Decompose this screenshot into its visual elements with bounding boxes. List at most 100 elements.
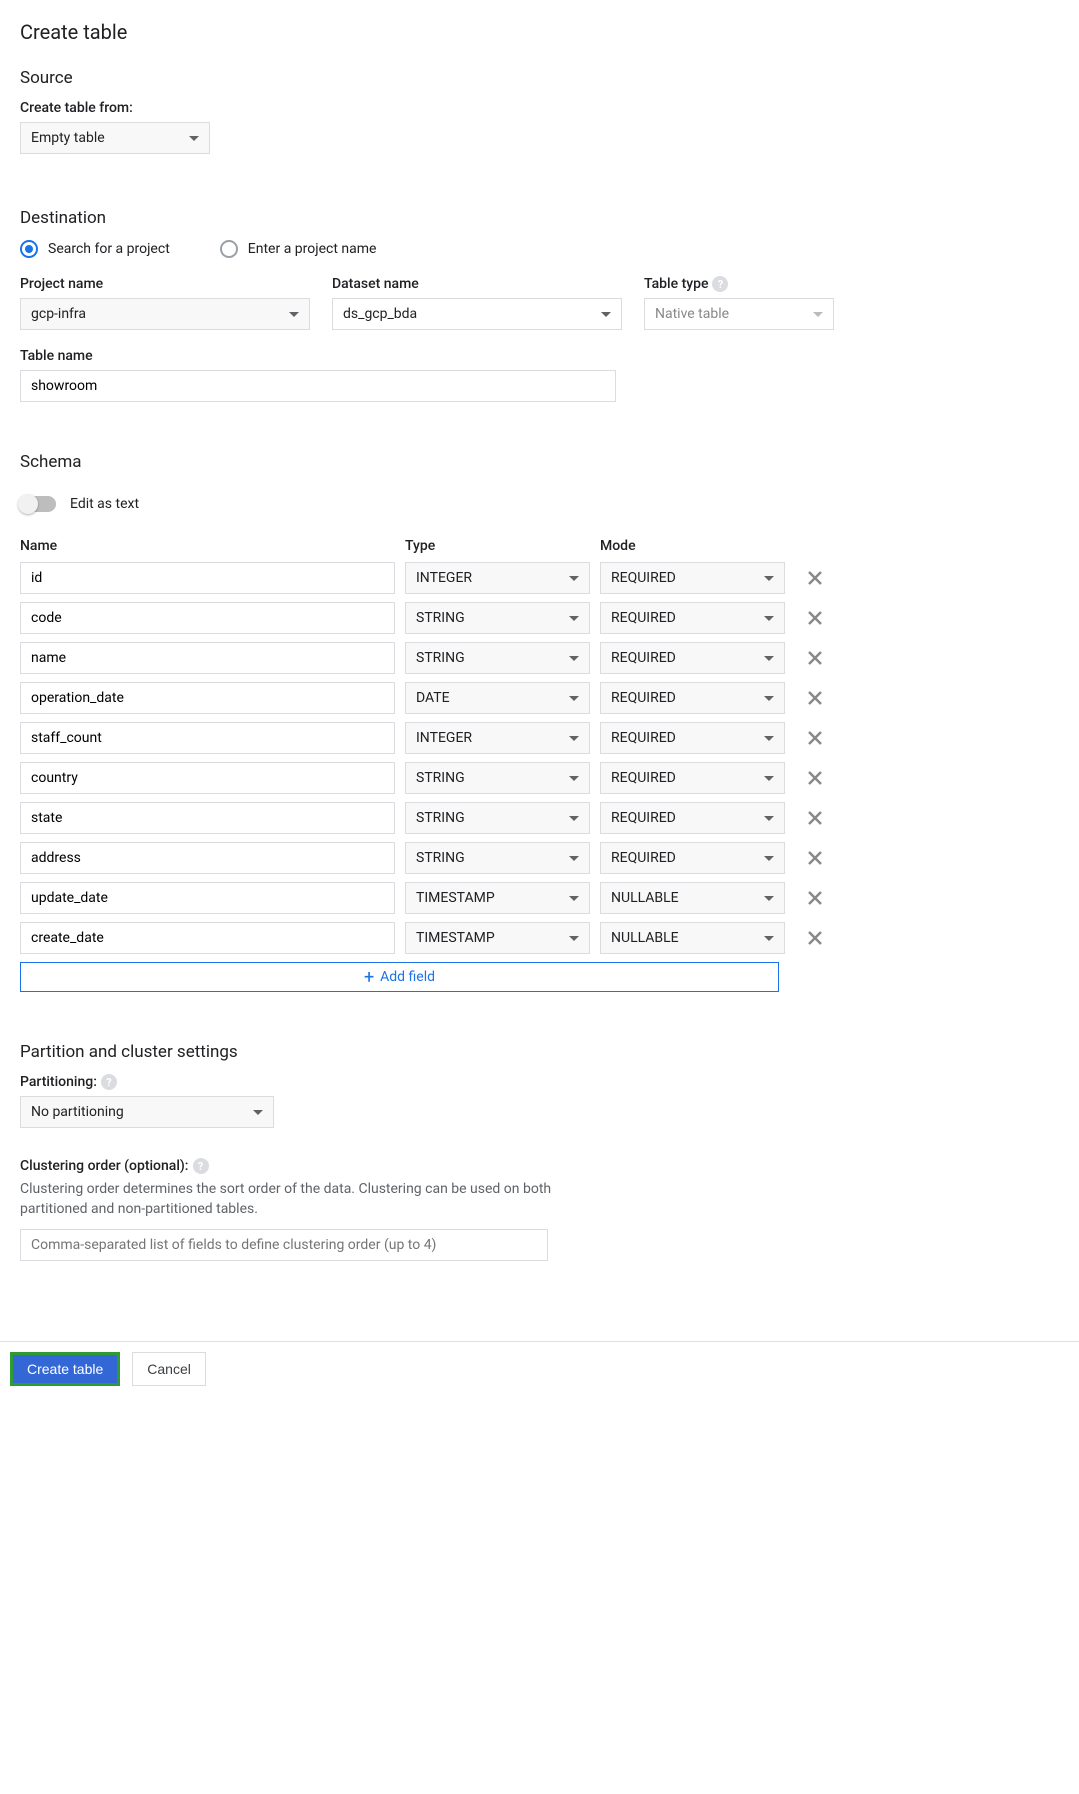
field-name-input[interactable] bbox=[20, 922, 395, 954]
chevron-down-icon bbox=[764, 656, 774, 661]
field-mode-select[interactable]: REQUIRED bbox=[600, 682, 785, 714]
field-name-value[interactable] bbox=[31, 890, 384, 906]
create-from-value: Empty table bbox=[31, 130, 105, 146]
chevron-down-icon bbox=[764, 856, 774, 861]
chevron-down-icon bbox=[764, 896, 774, 901]
remove-field-button[interactable] bbox=[803, 926, 827, 950]
field-type-value: INTEGER bbox=[416, 730, 472, 746]
field-name-input[interactable] bbox=[20, 682, 395, 714]
add-field-button[interactable]: + Add field bbox=[20, 962, 779, 992]
field-mode-select[interactable]: NULLABLE bbox=[600, 882, 785, 914]
field-type-value: STRING bbox=[416, 650, 465, 666]
close-icon bbox=[806, 649, 824, 667]
remove-field-button[interactable] bbox=[803, 846, 827, 870]
field-type-select[interactable]: STRING bbox=[405, 842, 590, 874]
field-name-value[interactable] bbox=[31, 730, 384, 746]
help-icon[interactable]: ? bbox=[712, 276, 728, 292]
cancel-button[interactable]: Cancel bbox=[132, 1352, 206, 1386]
schema-row: STRING REQUIRED bbox=[20, 642, 1059, 674]
field-mode-value: NULLABLE bbox=[611, 890, 679, 906]
field-name-value[interactable] bbox=[31, 770, 384, 786]
table-name-input[interactable] bbox=[20, 370, 616, 402]
create-from-label: Create table from: bbox=[20, 100, 1059, 116]
field-type-select[interactable]: TIMESTAMP bbox=[405, 882, 590, 914]
field-name-input[interactable] bbox=[20, 842, 395, 874]
field-type-select[interactable]: INTEGER bbox=[405, 722, 590, 754]
field-type-select[interactable]: TIMESTAMP bbox=[405, 922, 590, 954]
field-name-input[interactable] bbox=[20, 802, 395, 834]
partition-heading: Partition and cluster settings bbox=[20, 1042, 1059, 1062]
field-mode-select[interactable]: REQUIRED bbox=[600, 562, 785, 594]
partitioning-label: Partitioning: bbox=[20, 1074, 97, 1090]
chevron-down-icon bbox=[569, 896, 579, 901]
chevron-down-icon bbox=[813, 312, 823, 317]
table-name-value[interactable] bbox=[31, 378, 605, 394]
schema-row: STRING REQUIRED bbox=[20, 602, 1059, 634]
remove-field-button[interactable] bbox=[803, 726, 827, 750]
partitioning-select[interactable]: No partitioning bbox=[20, 1096, 274, 1128]
chevron-down-icon bbox=[569, 856, 579, 861]
field-mode-select[interactable]: REQUIRED bbox=[600, 802, 785, 834]
remove-field-button[interactable] bbox=[803, 606, 827, 630]
field-name-value[interactable] bbox=[31, 570, 384, 586]
close-icon bbox=[806, 609, 824, 627]
chevron-down-icon bbox=[764, 776, 774, 781]
field-name-value[interactable] bbox=[31, 610, 384, 626]
field-name-input[interactable] bbox=[20, 642, 395, 674]
field-type-value: STRING bbox=[416, 810, 465, 826]
field-name-input[interactable] bbox=[20, 602, 395, 634]
close-icon bbox=[806, 569, 824, 587]
field-name-input[interactable] bbox=[20, 562, 395, 594]
field-mode-select[interactable]: REQUIRED bbox=[600, 762, 785, 794]
create-from-select[interactable]: Empty table bbox=[20, 122, 210, 154]
remove-field-button[interactable] bbox=[803, 566, 827, 590]
field-type-select[interactable]: INTEGER bbox=[405, 562, 590, 594]
chevron-down-icon bbox=[764, 616, 774, 621]
create-table-button[interactable]: Create table bbox=[10, 1352, 120, 1386]
field-type-select[interactable]: STRING bbox=[405, 602, 590, 634]
clustering-input[interactable] bbox=[20, 1229, 548, 1261]
field-mode-select[interactable]: NULLABLE bbox=[600, 922, 785, 954]
field-name-input[interactable] bbox=[20, 762, 395, 794]
field-mode-select[interactable]: REQUIRED bbox=[600, 722, 785, 754]
field-mode-select[interactable]: REQUIRED bbox=[600, 842, 785, 874]
schema-col-type: Type bbox=[405, 538, 590, 554]
field-mode-value: REQUIRED bbox=[611, 610, 676, 626]
schema-row: INTEGER REQUIRED bbox=[20, 722, 1059, 754]
page-title: Create table bbox=[20, 20, 1059, 44]
field-mode-select[interactable]: REQUIRED bbox=[600, 642, 785, 674]
field-type-select[interactable]: STRING bbox=[405, 802, 590, 834]
field-name-value[interactable] bbox=[31, 690, 384, 706]
schema-col-name: Name bbox=[20, 538, 395, 554]
dataset-name-select[interactable]: ds_gcp_bda bbox=[332, 298, 622, 330]
clustering-input-field[interactable] bbox=[31, 1237, 537, 1253]
edit-as-text-toggle[interactable] bbox=[20, 496, 56, 512]
field-type-select[interactable]: STRING bbox=[405, 762, 590, 794]
field-name-input[interactable] bbox=[20, 722, 395, 754]
field-name-value[interactable] bbox=[31, 850, 384, 866]
table-name-label: Table name bbox=[20, 348, 1059, 364]
enter-project-radio[interactable]: Enter a project name bbox=[220, 240, 377, 258]
partitioning-value: No partitioning bbox=[31, 1104, 124, 1120]
table-type-select[interactable]: Native table bbox=[644, 298, 834, 330]
search-project-radio[interactable]: Search for a project bbox=[20, 240, 170, 258]
clustering-help-text: Clustering order determines the sort ord… bbox=[20, 1180, 560, 1219]
remove-field-button[interactable] bbox=[803, 766, 827, 790]
table-type-label: Table type bbox=[644, 276, 708, 292]
field-type-select[interactable]: DATE bbox=[405, 682, 590, 714]
field-type-select[interactable]: STRING bbox=[405, 642, 590, 674]
project-name-select[interactable]: gcp-infra bbox=[20, 298, 310, 330]
field-name-value[interactable] bbox=[31, 930, 384, 946]
schema-row: DATE REQUIRED bbox=[20, 682, 1059, 714]
remove-field-button[interactable] bbox=[803, 886, 827, 910]
help-icon[interactable]: ? bbox=[193, 1158, 209, 1174]
field-name-value[interactable] bbox=[31, 650, 384, 666]
field-mode-value: NULLABLE bbox=[611, 930, 679, 946]
field-name-input[interactable] bbox=[20, 882, 395, 914]
help-icon[interactable]: ? bbox=[101, 1074, 117, 1090]
field-mode-select[interactable]: REQUIRED bbox=[600, 602, 785, 634]
remove-field-button[interactable] bbox=[803, 686, 827, 710]
field-name-value[interactable] bbox=[31, 810, 384, 826]
remove-field-button[interactable] bbox=[803, 646, 827, 670]
remove-field-button[interactable] bbox=[803, 806, 827, 830]
